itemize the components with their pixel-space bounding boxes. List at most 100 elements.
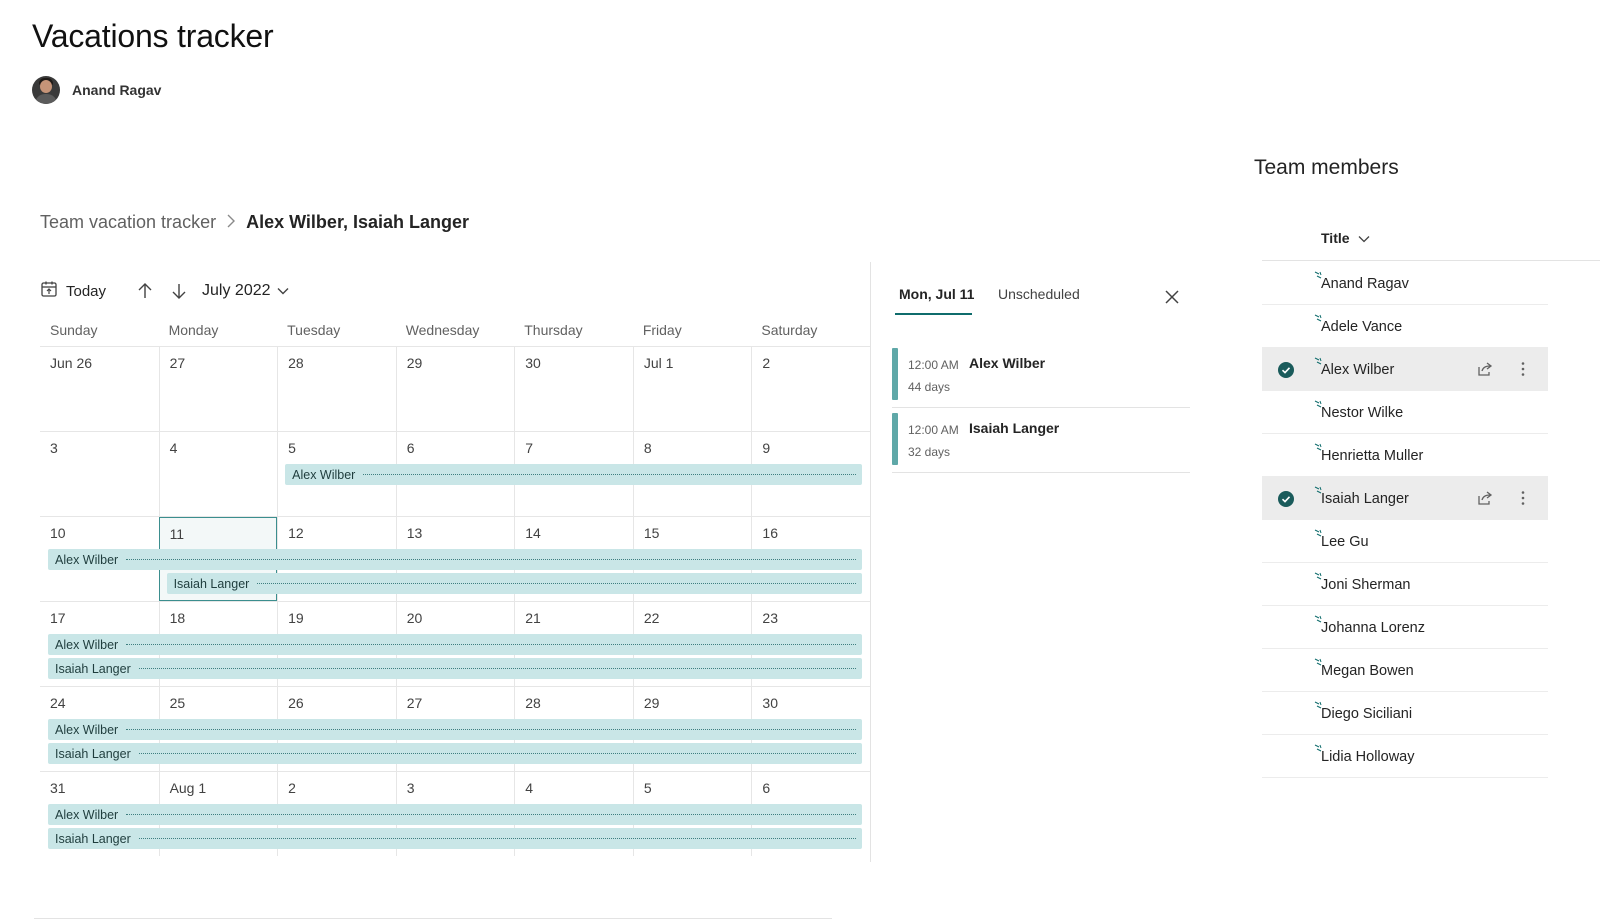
agenda-item[interactable]: 12:00 AM Alex Wilber 44 days: [892, 344, 1190, 408]
vacation-event-bar[interactable]: Isaiah Langer: [166, 573, 862, 594]
vacation-event-bar[interactable]: Isaiah Langer: [48, 743, 862, 764]
agenda-time: 12:00 AM: [908, 358, 959, 372]
close-icon[interactable]: [1163, 288, 1183, 308]
weekday-label: Monday: [168, 322, 219, 338]
agenda-duration: 32 days: [908, 445, 951, 459]
tab-unscheduled[interactable]: Unscheduled: [998, 286, 1080, 302]
event-continuation-line: [126, 644, 856, 645]
day-number: 5: [643, 780, 652, 796]
panel-divider: [870, 262, 871, 862]
more-options-icon[interactable]: [1514, 360, 1532, 378]
calendar-week: 24 25 26 27 28 29 30 Alex Wilber Isaiah Langer: [40, 686, 870, 771]
weekday-label: Wednesday: [405, 322, 480, 338]
vacation-event-bar[interactable]: Isaiah Langer: [48, 828, 862, 849]
team-member-row[interactable]: Henrietta Muller: [1262, 434, 1548, 477]
page-title: Vacations tracker: [32, 18, 274, 54]
day-number: 14: [525, 525, 541, 541]
calendar-day-cell[interactable]: 4: [158, 432, 278, 516]
member-name: Adele Vance: [1321, 319, 1403, 335]
title-column-header[interactable]: Title: [1321, 230, 1370, 246]
team-member-row[interactable]: Johanna Lorenz: [1262, 606, 1548, 649]
calendar-week: 31 Aug 1 2 3 4 5 6 Alex Wilber Isaiah Langer: [40, 771, 870, 856]
member-name: Nestor Wilke: [1321, 405, 1404, 421]
team-member-row[interactable]: Lee Gu: [1262, 520, 1548, 563]
vacation-event-bar[interactable]: Alex Wilber: [48, 549, 862, 570]
calendar-day-cell[interactable]: Jun 26: [40, 347, 159, 431]
calendar-day-cell[interactable]: 30: [514, 347, 633, 431]
event-continuation-line: [138, 668, 856, 669]
vacation-event-bar[interactable]: Alex Wilber: [285, 464, 862, 485]
day-number: 9: [762, 440, 771, 456]
member-name: Johanna Lorenz: [1321, 620, 1425, 636]
event-continuation-line: [126, 559, 856, 560]
day-number: 10: [50, 525, 66, 541]
member-name: Isaiah Langer: [1321, 491, 1409, 507]
calendar-day-cell[interactable]: 29: [395, 347, 515, 431]
day-number: Jul 1: [643, 355, 674, 371]
member-name: Anand Ragav: [1321, 276, 1409, 292]
day-number: 30: [762, 695, 778, 711]
tab-selected-day[interactable]: Mon, Jul 11: [899, 286, 974, 302]
day-number: 15: [643, 525, 660, 541]
day-number: 20: [406, 610, 423, 626]
breadcrumb: Team vacation tracker Alex Wilber, Isaia…: [40, 212, 469, 233]
checkmark-circle-icon[interactable]: [1278, 491, 1294, 507]
event-label: Alex Wilber: [292, 467, 356, 482]
team-member-row[interactable]: Lidia Holloway: [1262, 735, 1548, 778]
agenda-item[interactable]: 12:00 AM Isaiah Langer 32 days: [892, 409, 1190, 473]
calendar-day-cell[interactable]: 27: [158, 347, 278, 431]
breadcrumb-root[interactable]: Team vacation tracker: [40, 212, 216, 233]
day-number: 30: [525, 355, 541, 371]
calendar-day-cell[interactable]: 28: [277, 347, 396, 431]
author-name[interactable]: Anand Ragav: [72, 82, 161, 98]
event-label: Alex Wilber: [55, 637, 119, 652]
vacation-event-bar[interactable]: Alex Wilber: [48, 804, 862, 825]
event-label: Isaiah Langer: [55, 661, 131, 676]
team-member-row[interactable]: Adele Vance: [1262, 305, 1548, 348]
team-member-row[interactable]: Isaiah Langer: [1262, 477, 1548, 520]
calendar-day-cell[interactable]: 2: [751, 347, 870, 431]
share-icon[interactable]: [1476, 489, 1494, 507]
team-member-row[interactable]: Megan Bowen: [1262, 649, 1548, 692]
day-number: 28: [525, 695, 541, 711]
member-name: Megan Bowen: [1321, 663, 1414, 679]
today-button[interactable]: Today: [40, 280, 106, 302]
event-label: Isaiah Langer: [173, 576, 250, 591]
tab-indicator: [895, 313, 972, 315]
team-member-row[interactable]: Nestor Wilke: [1262, 391, 1548, 434]
vacation-event-bar[interactable]: Alex Wilber: [48, 634, 862, 655]
calendar-day-cell[interactable]: 3: [40, 432, 159, 516]
team-member-row[interactable]: Diego Siciliani: [1262, 692, 1548, 735]
calendar-day-cell[interactable]: Jul 1: [632, 347, 752, 431]
day-number: Aug 1: [169, 780, 207, 796]
arrow-up-icon[interactable]: [134, 280, 156, 302]
section-divider: [34, 918, 832, 919]
avatar[interactable]: [32, 76, 60, 104]
checkmark-circle-icon[interactable]: [1278, 362, 1294, 378]
event-color-bar: [892, 413, 898, 465]
event-label: Isaiah Langer: [55, 831, 131, 846]
day-number: 3: [50, 440, 58, 456]
day-number: 28: [288, 355, 304, 371]
more-options-icon[interactable]: [1514, 489, 1532, 507]
event-label: Alex Wilber: [55, 807, 119, 822]
member-name: Diego Siciliani: [1321, 706, 1413, 722]
vacation-event-bar[interactable]: Alex Wilber: [48, 719, 862, 740]
calendar-toolbar: Today July 2022: [40, 278, 289, 304]
event-label: Alex Wilber: [55, 552, 119, 567]
month-picker[interactable]: July 2022: [202, 282, 289, 300]
team-member-row[interactable]: Joni Sherman: [1262, 563, 1548, 606]
day-number: 17: [50, 610, 66, 626]
team-member-row[interactable]: Alex Wilber: [1262, 348, 1548, 391]
header-divider: [1262, 260, 1600, 261]
day-number: 4: [169, 440, 178, 456]
share-icon[interactable]: [1476, 360, 1494, 378]
vacation-event-bar[interactable]: Isaiah Langer: [48, 658, 862, 679]
day-number: Jun 26: [50, 355, 93, 371]
arrow-down-icon[interactable]: [168, 280, 190, 302]
chevron-right-icon: [226, 214, 236, 231]
team-member-row[interactable]: Anand Ragav: [1262, 262, 1548, 305]
calendar-today-icon: [40, 280, 58, 302]
weekday-label: Sunday: [50, 322, 98, 338]
day-number: 7: [525, 440, 534, 456]
